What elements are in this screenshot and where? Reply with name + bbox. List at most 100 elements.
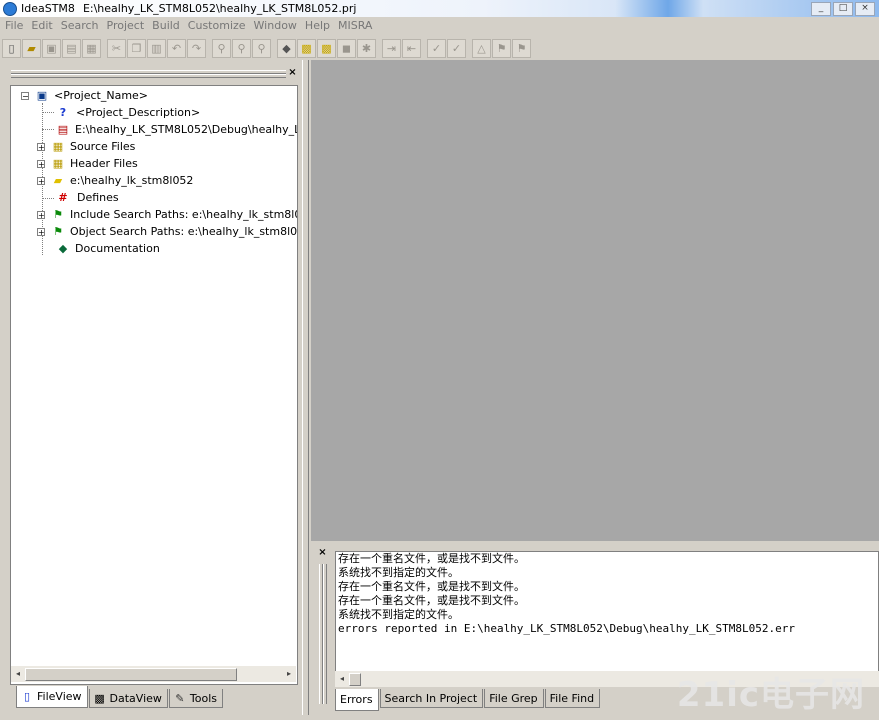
tree-item[interactable]: # Defines xyxy=(56,189,118,206)
build-icon[interactable]: ▩ xyxy=(297,38,316,58)
open-folder-icon[interactable]: ▰ xyxy=(22,38,41,58)
collapse-icon[interactable]: − xyxy=(21,91,29,100)
workspace-pane: × − ▣ <Project_Name> ? <Project_Descript… xyxy=(6,62,302,712)
copy-icon[interactable]: ❐ xyxy=(127,38,146,58)
cut-icon[interactable]: ✂ xyxy=(107,38,126,58)
undo-icon[interactable]: ↶ xyxy=(167,38,186,58)
replace-icon[interactable]: ⚲ xyxy=(252,38,271,58)
close-pane-icon[interactable]: × xyxy=(287,68,298,79)
expand-icon[interactable]: + xyxy=(37,176,45,185)
toolbar: ▯ ▰ ▣ ▤ ▦ ✂ ❐ ▥ ↶ ↷ ⚲ ⚲ ⚲ ◆ ▩ ▩ ◼ ✱ ⇥ ⇤ … xyxy=(0,36,879,60)
close-output-icon[interactable]: × xyxy=(317,548,328,559)
project-path: E:\healhy_LK_STM8L052\healhy_LK_STM8L052… xyxy=(82,2,357,15)
tree-connector xyxy=(42,129,54,130)
log-line: 系统找不到指定的文件。 xyxy=(338,566,459,579)
paste-icon[interactable]: ▥ xyxy=(147,38,166,58)
menu-customize[interactable]: Customize xyxy=(184,18,250,34)
menu-file[interactable]: File xyxy=(0,18,27,34)
tools-icon: ✎ xyxy=(175,691,185,705)
tree-root-label: <Project_Name> xyxy=(54,89,149,102)
redo-icon[interactable]: ↷ xyxy=(187,38,206,58)
header-files-icon: ▦ xyxy=(52,157,64,170)
tab-dataview[interactable]: ▩ DataView xyxy=(88,689,168,708)
expand-icon[interactable]: + xyxy=(37,227,45,236)
watermark-logo: 21ic电子网 xyxy=(676,675,865,715)
tree-horizontal-scrollbar[interactable]: ◂ ▸ xyxy=(11,666,296,682)
minimize-icon[interactable]: _ xyxy=(811,2,831,16)
save-all-icon[interactable]: ▤ xyxy=(62,38,81,58)
tree-item[interactable]: ◆ Documentation xyxy=(56,240,160,257)
print-icon[interactable]: ▦ xyxy=(82,38,101,58)
tab-label: FileView xyxy=(37,690,82,703)
find-icon[interactable]: ⚲ xyxy=(212,38,231,58)
compile-icon[interactable]: ◆ xyxy=(277,38,296,58)
check-icon[interactable]: ✓ xyxy=(427,38,446,58)
clean-icon[interactable]: ✱ xyxy=(357,38,376,58)
path-icon: ⚑ xyxy=(53,208,63,221)
expand-icon[interactable]: + xyxy=(37,142,45,151)
scroll-thumb[interactable] xyxy=(25,668,237,681)
pane-grip[interactable] xyxy=(11,74,286,78)
scroll-left-icon[interactable]: ◂ xyxy=(12,668,24,680)
log-line: 存在一个重名文件，或是找不到文件。 xyxy=(338,580,525,593)
stop-build-icon[interactable]: ◼ xyxy=(337,38,356,58)
tab-file-find[interactable]: File Find xyxy=(544,689,601,708)
log-line: errors reported in E:\healhy_LK_STM8L052… xyxy=(338,622,795,635)
maximize-icon[interactable]: □ xyxy=(833,2,853,16)
save-icon[interactable]: ▣ xyxy=(42,38,61,58)
debug-icon[interactable]: ⚑ xyxy=(492,38,511,58)
tree-connector xyxy=(42,112,54,113)
menu-edit[interactable]: Edit xyxy=(27,18,56,34)
scroll-right-icon[interactable]: ▸ xyxy=(283,668,295,680)
log-line: 系统找不到指定的文件。 xyxy=(338,608,459,621)
tree-item[interactable]: ▤ E:\healhy_LK_STM8L052\Debug\healhy_LK_… xyxy=(56,121,297,138)
tree-item[interactable]: + ▦ Source Files xyxy=(37,138,135,155)
executable-icon: ▤ xyxy=(57,123,69,136)
log-line: 存在一个重名文件，或是找不到文件。 xyxy=(338,552,525,565)
tree-item[interactable]: + ▰ e:\healhy_lk_stm8l052 xyxy=(37,172,193,189)
tab-file-grep[interactable]: File Grep xyxy=(484,689,544,708)
hash-icon: # xyxy=(58,191,68,204)
menu-project[interactable]: Project xyxy=(103,18,149,34)
expand-icon[interactable]: + xyxy=(37,159,45,168)
scroll-thumb[interactable] xyxy=(349,673,361,686)
workspace-tabs: ▯ FileView ▩ DataView ✎ Tools xyxy=(16,686,224,708)
misra-icon[interactable]: △ xyxy=(472,38,491,58)
rebuild-icon[interactable]: ▩ xyxy=(317,38,336,58)
tree-item-label: Include Search Paths: e:\healhy_lk_stm8l… xyxy=(70,208,297,221)
menu-build[interactable]: Build xyxy=(148,18,184,34)
tree-item-label: <Project_Description> xyxy=(76,106,201,119)
tab-search-in-project[interactable]: Search In Project xyxy=(379,689,484,708)
find-next-icon[interactable]: ⚲ xyxy=(232,38,251,58)
app-name: IdeaSTM8 xyxy=(21,2,75,15)
menu-window[interactable]: Window xyxy=(250,18,301,34)
tree-root[interactable]: − ▣ <Project_Name> xyxy=(21,87,148,104)
tree-item[interactable]: ? <Project_Description> xyxy=(56,104,200,121)
output-grip[interactable] xyxy=(323,564,327,704)
output-log[interactable]: 存在一个重名文件，或是找不到文件。 系统找不到指定的文件。 存在一个重名文件，或… xyxy=(335,551,879,676)
check-all-icon[interactable]: ✓ xyxy=(447,38,466,58)
folder-icon: ▰ xyxy=(53,174,63,187)
new-file-icon[interactable]: ▯ xyxy=(2,38,21,58)
tab-fileview[interactable]: ▯ FileView xyxy=(16,686,88,708)
tree-item[interactable]: + ⚑ Object Search Paths: e:\healhy_lk_st… xyxy=(37,223,298,240)
path-icon: ⚑ xyxy=(53,225,63,238)
tree-item[interactable]: + ⚑ Include Search Paths: e:\healhy_lk_s… xyxy=(37,206,297,223)
vertical-splitter[interactable] xyxy=(302,60,309,715)
tree-item[interactable]: + ▦ Header Files xyxy=(37,155,138,172)
close-icon[interactable]: × xyxy=(855,2,875,16)
menu-help[interactable]: Help xyxy=(301,18,334,34)
tree-item-label: E:\healhy_LK_STM8L052\Debug\healhy_LK_ST xyxy=(75,123,297,136)
run-icon[interactable]: ⚑ xyxy=(512,38,531,58)
tree-item-label: Source Files xyxy=(70,140,136,153)
window-controls: _ □ × xyxy=(811,2,875,16)
prev-error-icon[interactable]: ⇤ xyxy=(402,38,421,58)
next-error-icon[interactable]: ⇥ xyxy=(382,38,401,58)
tab-tools[interactable]: ✎ Tools xyxy=(168,689,223,708)
menu-misra[interactable]: MISRA xyxy=(334,18,376,34)
tree-item-label: Object Search Paths: e:\healhy_lk_stm8l0… xyxy=(70,225,298,238)
scroll-left-icon[interactable]: ◂ xyxy=(336,673,348,685)
menu-search[interactable]: Search xyxy=(57,18,103,34)
expand-icon[interactable]: + xyxy=(37,210,45,219)
tab-errors[interactable]: Errors xyxy=(335,689,379,711)
